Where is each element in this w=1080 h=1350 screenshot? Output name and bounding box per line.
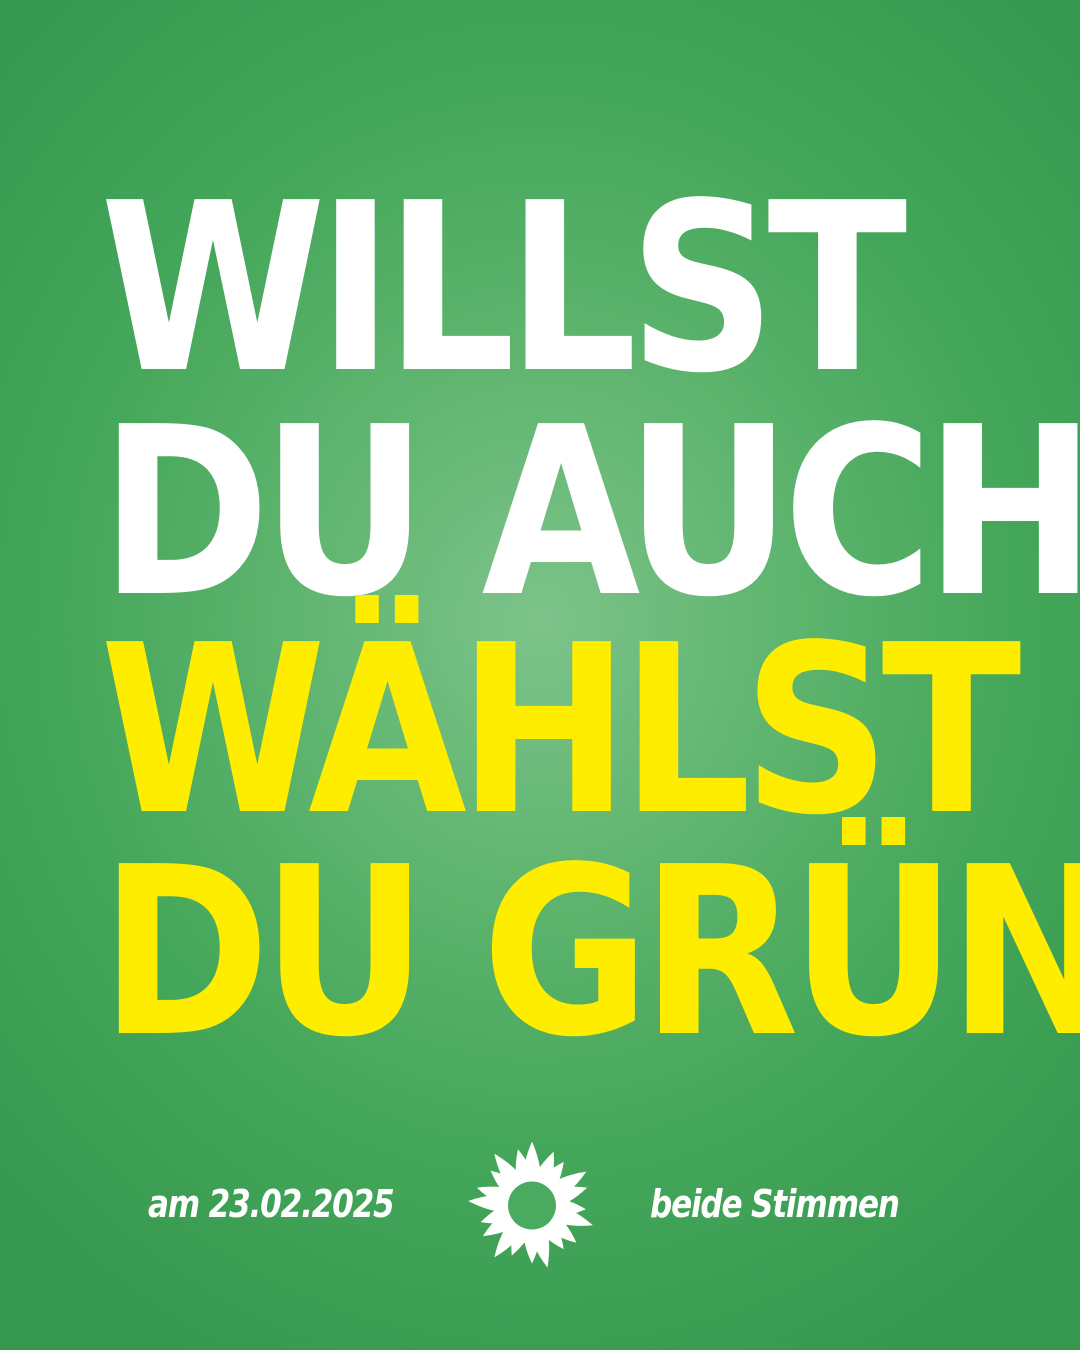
sunflower-icon: [468, 1141, 593, 1268]
headline-line-1: WILLST: [100, 153, 907, 424]
headline-line-4: DU GRÜN!: [100, 817, 1080, 1088]
election-date: am 23.02.2025: [148, 1182, 395, 1226]
campaign-poster: WILLST DU AUCH? WÄHLST DU GRÜN! am 23.02…: [0, 0, 1080, 1350]
headline-line-3: WÄHLST: [100, 595, 1021, 866]
both-votes-note: beide Stimmen: [650, 1182, 900, 1226]
